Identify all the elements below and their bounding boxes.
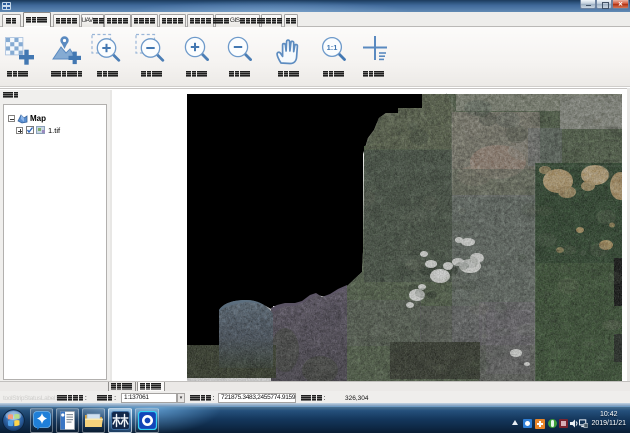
svg-text:1:1: 1:1: [327, 43, 338, 52]
